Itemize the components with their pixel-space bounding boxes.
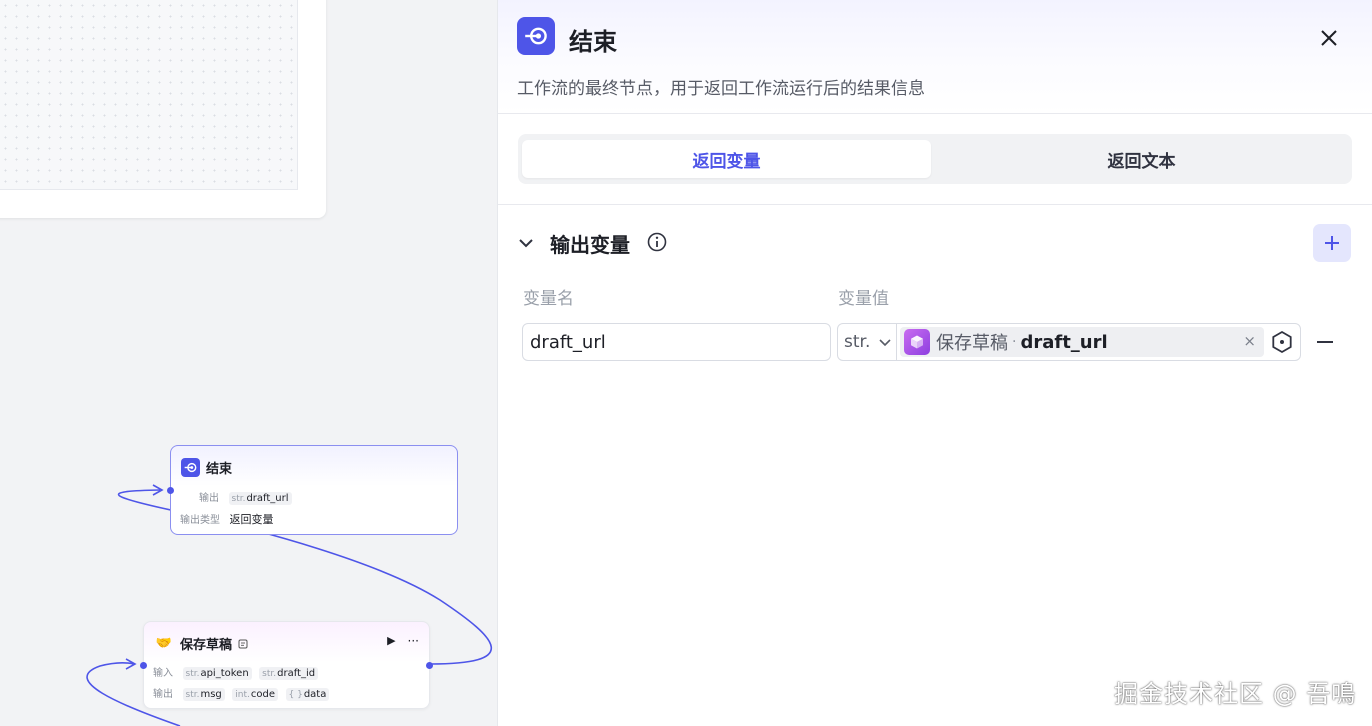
end-node-output-label: 输出 — [199, 493, 219, 504]
save-node-output-label: 输出 — [153, 689, 173, 700]
tab-return-text[interactable]: 返回文本 — [935, 140, 1348, 178]
input-chip: str.api_token — [182, 667, 252, 680]
input-chip: str.draft_id — [259, 667, 319, 680]
save-node-output-port[interactable] — [426, 662, 433, 669]
collapse-toggle[interactable] — [516, 233, 536, 253]
type-select[interactable]: str. — [838, 324, 897, 360]
close-icon — [1321, 30, 1337, 46]
end-node-header: 结束 — [181, 458, 232, 477]
chip-var: code — [250, 689, 275, 700]
end-node-output-chip: str.draft_url — [228, 492, 292, 505]
minus-icon — [1317, 341, 1333, 343]
return-mode-tabs: 返回变量 返回文本 — [518, 134, 1352, 184]
panel-description: 工作流的最终节点，用于返回工作流运行后的结果信息 — [517, 79, 925, 99]
end-node-kind-row: 输出类型 返回变量 — [180, 511, 274, 527]
save-node-input-row: 输入 str.api_token str.draft_id — [153, 664, 322, 680]
chip-type: str. — [185, 690, 200, 700]
end-node-title: 结束 — [206, 462, 233, 477]
workflow-canvas[interactable]: 结束 输出 str.draft_url 输出类型 返回变量 🤝 保存草稿 ▶ ·… — [0, 0, 497, 726]
handshake-icon: 🤝 — [155, 636, 173, 651]
chip-type: str. — [231, 494, 246, 504]
save-node-actions: ▶ ··· — [387, 634, 419, 648]
tab-return-variable[interactable]: 返回变量 — [522, 140, 931, 178]
chip-type: int. — [235, 690, 250, 700]
column-header-value: 变量值 — [838, 289, 889, 309]
chevron-down-icon — [519, 239, 533, 248]
variable-picker-icon[interactable] — [1270, 330, 1294, 354]
clear-reference-button[interactable]: × — [1243, 332, 1256, 350]
chip-var: draft_url — [246, 493, 289, 504]
chip-var: msg — [200, 689, 222, 700]
chip-type: str. — [185, 669, 200, 679]
more-icon[interactable]: ··· — [408, 634, 419, 648]
output-chip: str.msg — [182, 688, 225, 701]
end-node-output-row: 输出 str.draft_url — [199, 489, 296, 505]
node-config-panel: 结束 工作流的最终节点，用于返回工作流运行后的结果信息 返回变量 返回文本 输出… — [497, 0, 1372, 726]
chip-var: draft_id — [277, 668, 316, 679]
reference-separator: · — [1012, 334, 1017, 350]
end-node-icon — [181, 458, 200, 477]
panel-header: 结束 工作流的最终节点，用于返回工作流运行后的结果信息 — [498, 0, 1372, 114]
reference-variable-name: draft_url — [1020, 331, 1108, 353]
connection-edges — [86, 484, 493, 726]
column-header-name: 变量名 — [523, 289, 574, 309]
variable-name-input[interactable] — [522, 323, 831, 361]
reference-node-name: 保存草稿 — [936, 333, 1008, 354]
type-select-value: str. — [844, 332, 871, 352]
variable-value-field: str. 保存草稿 · draft_url × — [837, 323, 1301, 361]
chip-type: str. — [262, 669, 277, 679]
save-node-title: 保存草稿 — [180, 638, 233, 653]
chip-type: { } — [288, 690, 303, 700]
save-node-input-port[interactable] — [140, 662, 147, 669]
chevron-down-icon — [879, 339, 891, 347]
variable-reference-chip[interactable]: 保存草稿 · draft_url × — [900, 327, 1264, 357]
info-icon[interactable] — [646, 231, 668, 253]
plus-icon — [1325, 236, 1339, 250]
add-variable-button[interactable] — [1313, 224, 1351, 262]
divider — [498, 204, 1372, 205]
save-draft-node[interactable]: 🤝 保存草稿 ▶ ··· 输入 str.api_token str.draft_… — [140, 621, 433, 709]
close-button[interactable] — [1315, 24, 1343, 52]
cube-icon — [904, 329, 930, 355]
remove-variable-button[interactable] — [1315, 332, 1335, 352]
end-node-kind-label: 输出类型 — [180, 515, 220, 526]
chip-var: api_token — [200, 668, 249, 679]
chip-var: data — [303, 689, 327, 700]
output-chip: int.code — [232, 688, 278, 701]
note-icon — [238, 639, 248, 648]
end-node[interactable]: 结束 输出 str.draft_url 输出类型 返回变量 — [167, 445, 458, 535]
save-node-output-row: 输出 str.msg int.code { }data — [153, 685, 333, 701]
output-chip: { }data — [285, 688, 330, 701]
end-node-icon — [517, 17, 555, 55]
end-node-input-port[interactable] — [167, 487, 174, 494]
end-node-kind-value: 返回变量 — [229, 513, 274, 526]
run-icon[interactable]: ▶ — [387, 634, 395, 648]
save-node-input-label: 输入 — [153, 668, 173, 679]
section-title: 输出变量 — [550, 233, 630, 257]
watermark: 掘金技术社区 @ 吾鳴 — [1114, 680, 1357, 708]
panel-title: 结束 — [569, 28, 617, 56]
save-node-header: 🤝 保存草稿 — [154, 634, 248, 653]
